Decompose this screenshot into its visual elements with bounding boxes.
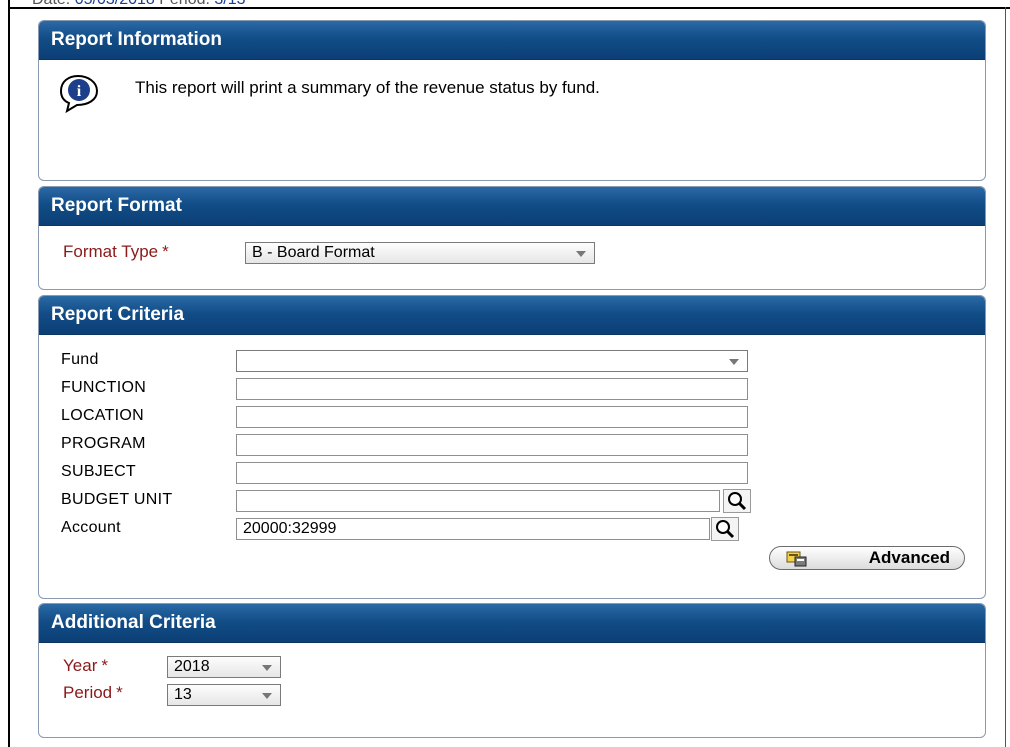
frame-left-border [8,0,10,747]
budget-unit-label: BUDGET UNIT [61,491,173,508]
svg-text:i: i [77,83,82,100]
subject-input[interactable] [236,462,748,484]
account-input[interactable]: 20000:32999 [236,518,710,540]
program-label: PROGRAM [61,435,146,452]
panel-title: Additional Criteria [39,604,985,643]
account-label: Account [61,519,121,536]
advanced-button[interactable]: Advanced [769,546,965,570]
panel-title: Report Information [39,21,985,60]
function-input[interactable] [236,378,748,400]
budget-unit-input[interactable] [236,490,720,512]
additional-criteria-panel: Additional Criteria Year * 2018 Period * 1… [38,603,986,738]
subject-label: SUBJECT [61,463,136,480]
chevron-down-icon [262,693,272,699]
report-format-panel: Report Format Format Type * B - Board For… [38,186,986,290]
location-label: LOCATION [61,407,145,424]
clipped-date-line: Date: 05/03/2018 Period: 3/13 [32,0,246,9]
advanced-options-icon [786,551,807,567]
period-select[interactable]: 13 [167,684,281,706]
budget-unit-search-icon[interactable] [723,489,751,513]
report-information-panel: Report Information i This report will pr… [38,20,986,181]
panel-title: Report Format [39,187,985,226]
format-type-select[interactable]: B - Board Format [245,242,595,264]
chevron-down-icon [576,251,586,257]
location-input[interactable] [236,406,748,428]
frame-right-border [1005,7,1006,747]
chevron-down-icon [262,665,272,671]
chevron-down-icon [729,359,739,365]
format-type-label: Format Type * [63,242,169,261]
fund-select[interactable] [236,350,748,372]
report-description: This report will print a summary of the … [135,78,600,97]
panel-title: Report Criteria [39,296,985,335]
period-label: Period * [63,683,123,702]
year-select[interactable]: 2018 [167,656,281,678]
account-search-icon[interactable] [711,517,739,541]
report-criteria-panel: Report Criteria Fund FUNCTION LOCATION P… [38,295,986,599]
function-label: FUNCTION [61,379,147,396]
program-input[interactable] [236,434,748,456]
year-label: Year * [63,656,108,675]
info-icon: i [59,74,99,113]
fund-label: Fund [61,351,99,368]
